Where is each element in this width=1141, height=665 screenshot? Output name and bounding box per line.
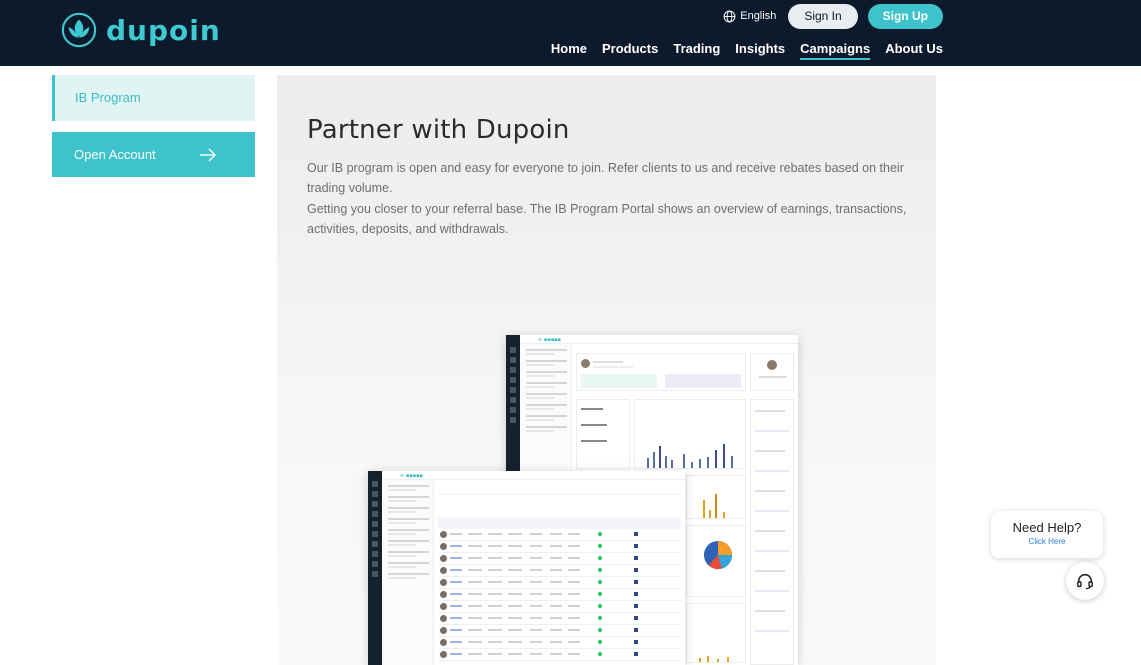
page-title: Partner with Dupoin [307,115,570,145]
ib-portal-clients-screenshot: ≈ ▪▪▪▪▪ [368,471,685,665]
nav-insights[interactable]: Insights [735,40,785,60]
globe-icon [723,10,736,22]
support-chat-button[interactable] [1066,562,1104,600]
nav-campaigns[interactable]: Campaigns [800,40,871,60]
headset-icon [1077,573,1093,590]
nav-about-us[interactable]: About Us [885,40,943,60]
content-panel: Partner with Dupoin Our IB program is op… [277,75,936,665]
portal-paragraph: Getting you closer to your referral base… [307,202,907,236]
nav-products[interactable]: Products [602,40,658,60]
sign-up-button[interactable]: Sign Up [867,3,943,29]
need-help-popup[interactable]: Need Help? Click Here [991,511,1103,558]
language-selector[interactable]: English [723,10,776,23]
main-nav: Home Products Trading Insights Campaigns… [551,40,943,60]
sign-in-button[interactable]: Sign In [788,3,858,29]
nav-trading[interactable]: Trading [673,40,720,60]
help-title: Need Help? [1012,520,1082,535]
open-account-label: Open Account [74,147,156,162]
logo-text: dupoin [106,13,221,47]
nav-home[interactable]: Home [551,40,587,60]
open-account-button[interactable]: Open Account [52,132,255,177]
logo[interactable]: dupoin [60,12,221,48]
top-header: dupoin English Sign In Sign Up Home Prod… [0,0,1141,66]
arrow-right-icon [200,148,216,161]
sidebar-item-ib-program[interactable]: IB Program [52,75,255,121]
utility-bar: English Sign In Sign Up [723,3,943,29]
language-label: English [740,10,777,22]
help-click-here-link[interactable]: Click Here [991,537,1103,546]
lotus-logo-icon [61,12,97,48]
intro-paragraph: Our IB program is open and easy for ever… [307,161,904,195]
